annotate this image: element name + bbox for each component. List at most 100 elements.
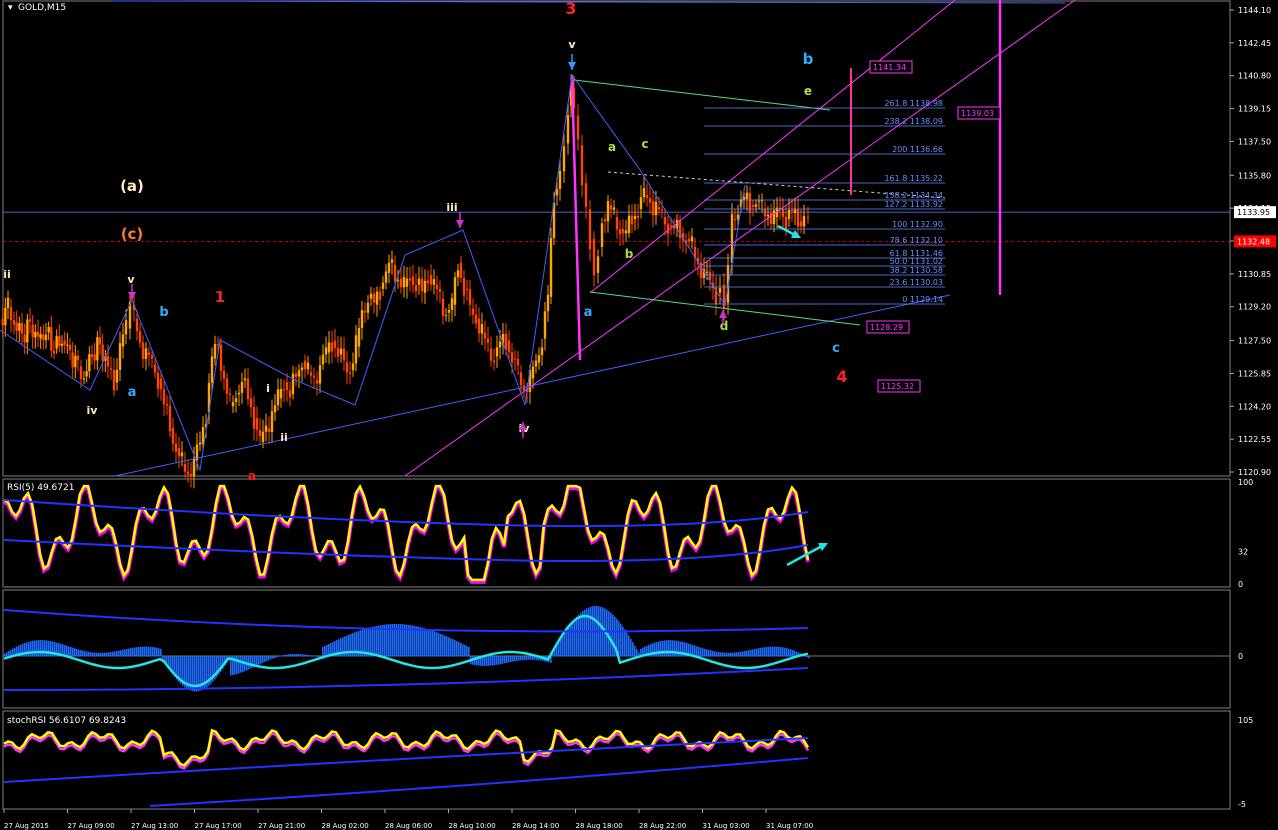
candle-body xyxy=(282,389,286,391)
macd-histogram-bar xyxy=(578,614,580,657)
candle-body xyxy=(504,333,508,350)
macd-histogram-bar xyxy=(722,652,724,657)
macd-histogram-bar xyxy=(262,656,264,663)
macd-histogram-bar xyxy=(120,650,122,657)
macd-histogram-bar xyxy=(702,648,704,657)
macd-histogram-bar xyxy=(776,646,778,657)
fib-level-label: 78.6 1132.10 xyxy=(890,236,943,245)
candle-body xyxy=(252,407,256,429)
candle-body xyxy=(766,214,770,217)
macd-histogram-bar xyxy=(514,656,516,662)
candle-body xyxy=(793,209,797,214)
wave-label: i xyxy=(266,382,270,395)
candle-body xyxy=(516,359,520,366)
candle-body xyxy=(213,343,217,359)
trading-chart[interactable]: 261.8 1138.98 238.2 1138.09 200 1136.66 161… xyxy=(0,0,1278,830)
candle-body xyxy=(584,183,588,207)
macd-histogram-bar xyxy=(438,633,440,657)
macd-histogram-bar xyxy=(126,648,128,657)
macd-histogram-bar xyxy=(42,640,44,657)
candle-body xyxy=(318,365,322,384)
macd-histogram-bar xyxy=(806,656,808,658)
macd-histogram-bar xyxy=(636,649,638,657)
price-tick-label: 1127.50 xyxy=(1238,337,1271,346)
macd-histogram-bar xyxy=(750,649,752,657)
candle-body xyxy=(549,238,553,297)
wave-label: ii xyxy=(3,268,11,281)
candle-body xyxy=(748,192,752,213)
candle-body xyxy=(660,209,664,211)
candle-body xyxy=(23,334,26,343)
time-tick-label: 31 Aug 03:00 xyxy=(703,822,750,830)
candle-body xyxy=(115,369,119,383)
candle-body xyxy=(63,340,66,345)
candle-body xyxy=(630,215,634,225)
candle-body xyxy=(393,264,397,282)
macd-histogram-bar xyxy=(786,648,788,657)
candle-body xyxy=(138,331,142,343)
candle-body xyxy=(309,372,313,376)
price-tick-label: 1120.90 xyxy=(1238,468,1271,477)
macd-histogram-bar xyxy=(770,646,772,657)
candle-body xyxy=(495,347,499,357)
macd-histogram-bar xyxy=(782,647,784,657)
macd-histogram-bar xyxy=(434,631,436,657)
wave-marker-arrow xyxy=(568,62,576,70)
macd-histogram-bar xyxy=(286,654,288,657)
candle-body xyxy=(118,343,122,370)
candle-body xyxy=(192,458,196,477)
candle-body xyxy=(498,341,502,348)
target-price-label: 1128.29 xyxy=(870,323,903,332)
macd-histogram-bar xyxy=(80,650,82,657)
candle-body xyxy=(471,308,475,315)
macd-histogram-bar xyxy=(140,646,142,657)
candle-body xyxy=(180,452,184,457)
candle-body xyxy=(363,310,367,313)
time-tick-label: 28 Aug 06:00 xyxy=(385,822,432,830)
macd-histogram-bar xyxy=(74,648,76,657)
candle-body xyxy=(153,364,157,373)
macd-histogram-bar xyxy=(672,640,674,657)
macd-histogram-bar xyxy=(490,656,492,666)
macd-histogram-bar xyxy=(132,647,134,657)
macd-histogram-bar xyxy=(302,654,304,657)
macd-histogram-bar xyxy=(454,640,456,657)
symbol-title-arrow: ▾ xyxy=(8,3,13,13)
candle-body xyxy=(387,262,391,273)
candle-body xyxy=(162,389,166,405)
macd-histogram-bar xyxy=(742,651,744,657)
candle-body xyxy=(345,362,349,373)
macd-histogram-bar xyxy=(730,652,732,657)
wave-label: b xyxy=(159,305,168,320)
macd-histogram-bar xyxy=(736,652,738,657)
fib-level-label: 100 1132.90 xyxy=(892,220,943,229)
time-tick-label: 27 Aug 13:00 xyxy=(131,822,178,830)
candle-body xyxy=(276,389,280,406)
candle-body xyxy=(189,473,193,477)
macd-histogram-bar xyxy=(280,655,282,657)
candle-body xyxy=(1,318,4,326)
macd-histogram-bar xyxy=(268,656,270,661)
macd-histogram-bar xyxy=(562,635,564,657)
candle-body xyxy=(612,207,616,210)
macd-histogram-bar xyxy=(316,656,318,657)
candle-body xyxy=(396,280,400,282)
macd-histogram-bar xyxy=(318,656,320,658)
candle-body xyxy=(90,354,94,357)
symbol-title: GOLD,M15 xyxy=(18,3,66,13)
candle-body xyxy=(246,378,250,400)
candle-body xyxy=(357,327,361,347)
candle-body xyxy=(267,428,271,432)
macd-histogram-bar xyxy=(448,637,450,657)
macd-histogram-bar xyxy=(292,653,294,657)
macd-histogram-bar xyxy=(460,643,462,657)
candle-body xyxy=(600,223,604,247)
macd-histogram-bar xyxy=(416,626,418,657)
candle-body xyxy=(55,336,58,349)
candle-body xyxy=(156,372,160,389)
candle-body xyxy=(60,343,64,346)
rsi-layer xyxy=(2,484,828,584)
macd-histogram-bar xyxy=(48,640,50,657)
macd-histogram-bar xyxy=(250,656,252,669)
macd-histogram-bar xyxy=(130,648,132,657)
